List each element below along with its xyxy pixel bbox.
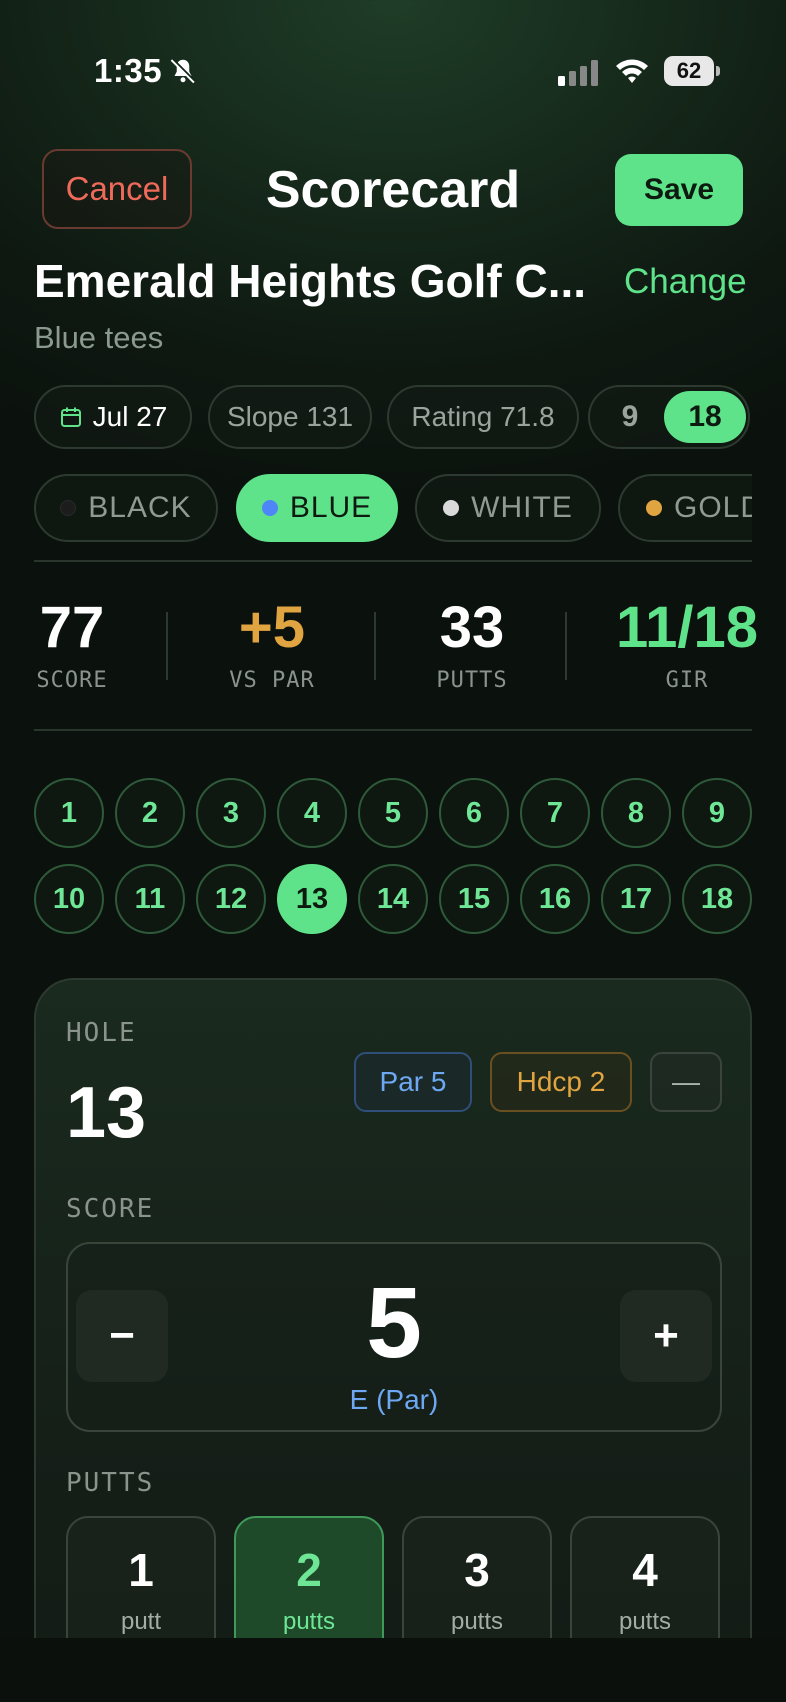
extra-badge[interactable]: — [650,1052,722,1112]
hole-button-16[interactable]: 16 [520,864,590,934]
stat-putts: 33 PUTTS [422,595,522,694]
save-button[interactable]: Save [615,154,743,226]
hole-button-18[interactable]: 18 [682,864,752,934]
putt-unit: putts [450,1608,504,1635]
tee-color-dot [60,500,77,516]
wifi-icon [616,59,648,83]
score-label: SCORE [66,1194,155,1224]
course-name: Emerald Heights Golf C... [34,255,587,307]
tee-color-dot [646,500,662,516]
score-stepper: − 5 E (Par) + [66,1242,722,1432]
divider [34,560,752,562]
stat-label: VS PAR [229,668,315,693]
stat-value: 33 [439,595,505,660]
putt-unit: putt [120,1608,162,1635]
hole-button-10[interactable]: 10 [34,864,104,934]
hole-button-13[interactable]: 13 [277,864,347,934]
calendar-icon [60,407,81,427]
hole-button-2[interactable]: 2 [115,778,185,848]
hole-button-3[interactable]: 3 [196,778,266,848]
putt-number: 2 [296,1544,322,1596]
battery-tip [716,66,720,76]
tee-option-label: BLUE [289,491,373,524]
status-bar: 1:35 62 [0,0,786,140]
stat-value: 11/18 [616,595,758,660]
tee-color-dot [443,500,460,516]
date-text: Jul 27 [92,401,168,432]
hole-button-5[interactable]: 5 [358,778,428,848]
holes-18-option[interactable]: 18 [664,391,746,443]
holes-toggle[interactable]: 9 18 [588,385,750,449]
stat-separator [374,612,376,680]
putt-number: 4 [632,1544,658,1596]
hole-button-12[interactable]: 12 [196,864,266,934]
bottom-safe-area [0,1638,786,1702]
hole-button-9[interactable]: 9 [682,778,752,848]
hole-button-15[interactable]: 15 [439,864,509,934]
slope-chip[interactable]: Slope 131 [208,385,372,449]
hole-label: HOLE [66,1018,137,1048]
hole-button-1[interactable]: 1 [34,778,104,848]
tee-selector: BLACK BLUE WHITE GOLD [34,474,752,544]
divider [34,729,752,731]
hdcp-badge[interactable]: Hdcp 2 [490,1052,632,1112]
battery-level: 62 [664,56,714,86]
tee-option-black[interactable]: BLACK [34,474,218,542]
hole-button-6[interactable]: 6 [439,778,509,848]
stat-vs-par: +5 VS PAR [212,595,332,694]
holes-9-option[interactable]: 9 [608,387,652,447]
hole-button-8[interactable]: 8 [601,778,671,848]
hole-button-7[interactable]: 7 [520,778,590,848]
tee-option-gold[interactable]: GOLD [618,474,752,542]
tee-option-white[interactable]: WHITE [415,474,601,542]
hole-button-11[interactable]: 11 [115,864,185,934]
putts-label: PUTTS [66,1468,155,1498]
stat-label: GIR [665,668,709,693]
stat-separator [565,612,567,680]
hole-button-17[interactable]: 17 [601,864,671,934]
putt-number: 1 [128,1544,154,1596]
date-chip[interactable]: Jul 27 [34,385,192,449]
battery-indicator: 62 [664,56,720,86]
putt-number: 3 [464,1544,490,1596]
change-course-link[interactable]: Change [624,262,747,302]
hole-card: HOLE 13 Par 5 Hdcp 2 — SCORE − 5 E (Par)… [34,978,752,1702]
bell-muted-icon [170,58,196,84]
stat-gir: 11/18 GIR [612,595,762,694]
tee-option-label: BLACK [88,491,192,524]
tee-option-blue[interactable]: BLUE [236,474,398,542]
time-text: 1:35 [94,52,163,89]
tee-option-label: WHITE [471,491,573,524]
stat-label: SCORE [36,668,108,693]
tee-subtitle: Blue tees [34,320,164,355]
score-increment-button[interactable]: + [620,1290,712,1382]
stat-label: PUTTS [436,668,508,693]
stat-value: 77 [39,595,105,660]
par-badge[interactable]: Par 5 [354,1052,472,1112]
score-relative-to-par: E (Par) [349,1384,439,1415]
hole-button-14[interactable]: 14 [358,864,428,934]
putt-unit: putts [282,1608,336,1635]
hole-button-4[interactable]: 4 [277,778,347,848]
stat-score: 77 SCORE [34,595,110,694]
tee-color-dot [261,500,278,516]
hole-number: 13 [66,1073,147,1153]
putt-unit: putts [618,1608,672,1635]
stat-value: +5 [238,595,306,660]
status-time: 1:35 [94,52,198,90]
cellular-signal-icon [558,60,598,86]
stat-separator [166,612,168,680]
rating-chip[interactable]: Rating 71.8 [387,385,579,449]
tee-option-label: GOLD [674,491,752,524]
